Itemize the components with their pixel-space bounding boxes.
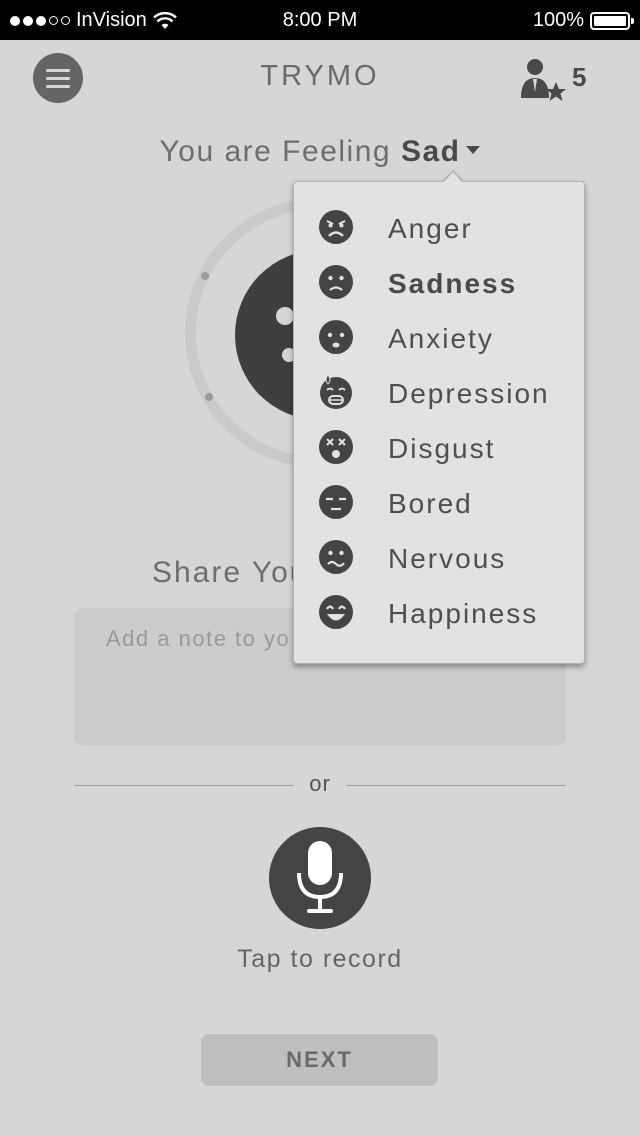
angry-face-icon <box>319 210 353 244</box>
mood-option-anger[interactable]: Anger <box>294 203 584 253</box>
mood-option-label: Happiness <box>388 598 539 629</box>
status-right: 100% <box>532 9 634 32</box>
battery-icon <box>590 11 634 30</box>
mood-option-disgust[interactable]: Disgust <box>294 423 584 473</box>
feeling-line: You are Feeling Sad <box>0 135 640 169</box>
mood-option-nervous[interactable]: Nervous <box>294 533 584 583</box>
caret-down-icon[interactable] <box>466 146 481 155</box>
record-button[interactable] <box>269 827 371 929</box>
happy-face-icon <box>319 595 353 629</box>
sad-face-icon <box>319 265 353 299</box>
next-button[interactable]: NEXT <box>201 1034 438 1086</box>
disgusted-face-icon <box>319 430 353 464</box>
mood-option-label: Disgust <box>388 433 496 464</box>
note-placeholder: Add a note to yo <box>106 626 291 651</box>
share-heading: Share You <box>152 556 309 589</box>
mood-option-label: Anger <box>388 213 473 244</box>
mood-option-depression[interactable]: Depression <box>294 368 584 418</box>
divider-text: or <box>309 771 331 796</box>
feeling-selector[interactable]: Sad <box>401 135 461 168</box>
bored-face-icon <box>319 485 353 519</box>
feeling-prefix: You are Feeling <box>159 135 392 168</box>
mood-option-happiness[interactable]: Happiness <box>294 588 584 638</box>
user-star-icon[interactable] <box>519 58 569 102</box>
mood-option-label: Bored <box>388 488 473 519</box>
mood-option-label: Nervous <box>388 543 507 574</box>
friend-count: 5 <box>572 62 587 92</box>
status-bar: InVision 8:00 PM 100% <box>0 0 640 40</box>
dial-marker <box>201 272 209 280</box>
battery-percent: 100% <box>532 9 584 31</box>
record-label: Tap to record <box>237 945 403 973</box>
divider-right <box>346 785 566 786</box>
mood-option-anxiety[interactable]: Anxiety <box>294 313 584 363</box>
microphone-icon <box>297 841 343 913</box>
anxious-face-icon <box>319 320 353 354</box>
mood-option-label: Sadness <box>388 268 518 299</box>
nervous-face-icon <box>319 540 353 574</box>
depressed-face-icon <box>320 375 352 409</box>
dial-marker <box>205 393 213 401</box>
mood-option-label: Depression <box>388 378 550 409</box>
mood-dropdown: Anger Sadness Anxiety Depression Disgust… <box>293 170 585 664</box>
mood-option-bored[interactable]: Bored <box>294 478 584 528</box>
mood-option-sadness[interactable]: Sadness <box>294 258 584 308</box>
mood-option-label: Anxiety <box>388 323 494 354</box>
